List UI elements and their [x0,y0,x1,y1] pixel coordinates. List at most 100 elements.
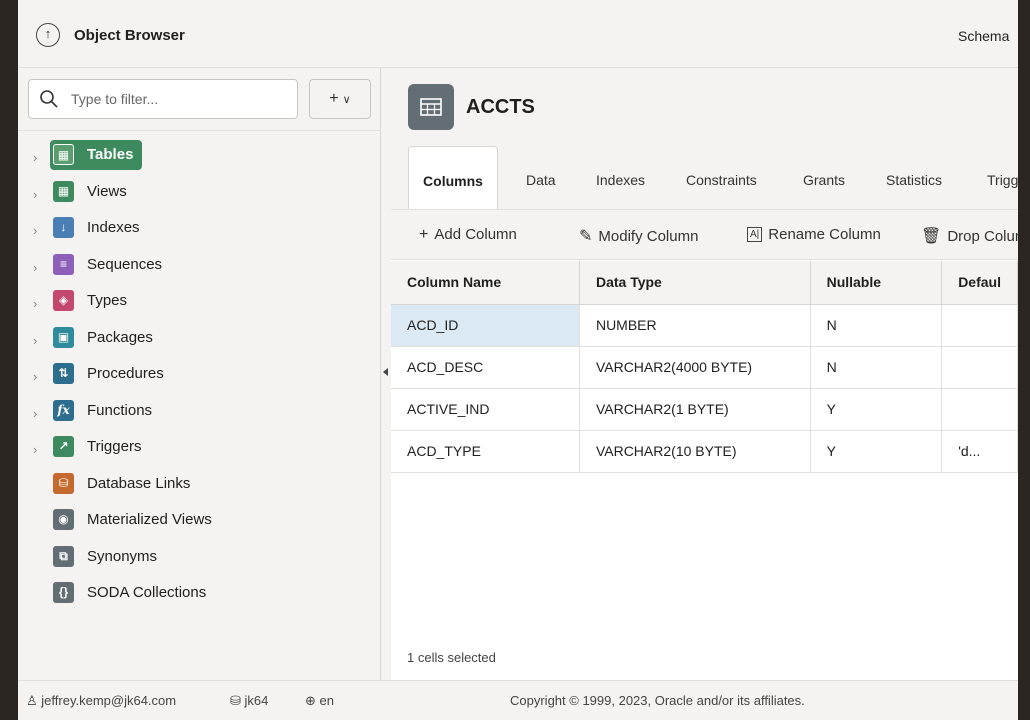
function-icon: fx [53,399,74,421]
rename-column-button[interactable]: A| Rename Column [747,226,881,243]
tree-item-procedures[interactable]: › ⇅ Procedures [18,363,378,400]
trash-icon: 🗑 [921,228,942,245]
tree-item-synonyms[interactable]: ⧉ Synonyms [18,545,378,583]
table-icon [408,84,454,130]
package-icon: ▣ [53,326,74,348]
grid-cell[interactable]: NUMBER [579,304,811,347]
view-icon: ▦ [53,180,74,202]
grid-cell[interactable]: VARCHAR2(1 BYTE) [579,388,811,431]
grid-cell[interactable]: ACD_TYPE [391,430,580,473]
header-column-name[interactable]: Column Name [391,261,580,305]
tab-statistics[interactable]: Statistics [886,146,942,210]
tree-item-tables[interactable]: › ▦ Tables [18,140,378,181]
object-tree: › ▦ Tables › ▦ Views › ↓ Indexes › ≡ Seq… [18,140,378,619]
sequence-icon: ≡ [53,253,74,275]
tree-item-functions[interactable]: › fx Functions [18,399,378,437]
up-arrow-icon[interactable]: ↑ [36,23,60,47]
cube-icon: ◈ [53,290,74,311]
chevron-right-icon[interactable]: › [33,333,37,348]
tree-item-materialized-views[interactable]: ◉ Materialized Views [18,509,378,546]
table-row[interactable]: ACTIVE_IND VARCHAR2(1 BYTE) Y [391,388,1018,431]
chevron-right-icon[interactable]: › [33,150,37,165]
drop-column-label: Drop Column [947,228,1018,245]
grid-cell[interactable]: ACTIVE_IND [391,388,580,431]
table-row[interactable]: ACD_TYPE VARCHAR2(10 BYTE) Y 'd... [391,430,1018,473]
chevron-right-icon[interactable]: › [33,369,37,384]
grid-cell[interactable] [941,346,1018,389]
tab-bar: Columns Data Indexes Constraints Grants … [408,146,1018,210]
tree-item-sequences[interactable]: › ≡ Sequences [18,253,378,291]
filter-input[interactable] [69,90,289,108]
tree-item-label: Database Links [87,474,191,492]
schema-selector[interactable]: Schema [958,28,1018,44]
columns-tab-content: + Add Column ✎ Modify Column A| Rename Colu… [391,210,1018,680]
workspace-link[interactable]: ⛁ jk64 [230,693,268,709]
chevron-right-icon[interactable]: › [33,260,37,275]
tab-constraints[interactable]: Constraints [686,146,757,210]
chevron-right-icon[interactable]: › [33,406,37,421]
filter-box[interactable] [28,79,298,119]
tree-item-database-links[interactable]: ⛁ Database Links [18,472,378,510]
modify-column-button[interactable]: ✎ Modify Column [579,226,698,246]
object-detail-panel: ACCTS Columns Data Indexes Constraints G… [391,68,1018,680]
grid-cell[interactable] [941,304,1018,347]
drop-column-button[interactable]: 🗑 Drop Column [921,226,1018,246]
grid-cell[interactable]: Y [810,430,943,473]
grid-cell[interactable]: ACD_ID [391,304,580,347]
app-window: ↑ Object Browser Schema +∨ › ▦ Tables › [18,0,1018,720]
plus-icon: + [329,90,339,107]
table-row[interactable]: ACD_DESC VARCHAR2(4000 BYTE) N [391,346,1018,389]
tree-item-triggers[interactable]: › ↗ Triggers [18,436,378,473]
add-object-button[interactable]: + ∨ [309,79,371,119]
grid-cell[interactable]: VARCHAR2(10 BYTE) [579,430,811,473]
tree-item-label: Procedures [87,365,164,382]
rename-icon: A| [747,227,763,242]
chevron-right-icon[interactable]: › [33,187,37,202]
chevron-right-icon[interactable]: › [33,223,37,238]
tab-columns[interactable]: Columns [408,146,498,210]
tree-item-label: SODA Collections [87,584,207,601]
tree-item-views[interactable]: › ▦ Views [18,180,378,218]
grid-cell[interactable]: Y [810,388,943,431]
columns-grid: Column Name Data Type Nullable Defaul AC… [391,261,1018,473]
collapse-panel-handle[interactable] [383,368,388,376]
top-bar: ↑ Object Browser Schema [18,0,1018,68]
tab-triggers[interactable]: Trigg [987,146,1018,210]
synonym-icon: ⧉ [53,545,74,567]
grid-cell[interactable]: 'd... [941,430,1018,473]
tab-data[interactable]: Data [526,146,556,210]
tree-item-soda-collections[interactable]: {} SODA Collections [18,582,378,619]
tree-item-packages[interactable]: › ▣ Packages [18,326,378,364]
divider [18,130,381,131]
grid-cell[interactable]: N [810,304,943,347]
app-title: Object Browser [74,27,185,44]
tree-item-indexes[interactable]: › ↓ Indexes [18,217,378,254]
header-default[interactable]: Defaul [941,261,1018,305]
materialized-view-icon: ◉ [53,509,74,530]
grid-cell[interactable]: VARCHAR2(4000 BYTE) [579,346,811,389]
header-data-type[interactable]: Data Type [579,261,811,305]
tree-item-label: Indexes [87,219,140,236]
tree-item-types[interactable]: › ◈ Types [18,290,378,327]
language-link[interactable]: ⊕ en [305,693,334,709]
tree-item-label: Packages [87,328,153,346]
tree-item-label: Materialized Views [87,511,212,528]
tab-grants[interactable]: Grants [803,146,845,210]
add-column-button[interactable]: + Add Column [419,226,517,244]
table-row[interactable]: ACD_ID NUMBER N [391,304,1018,347]
grid-cell[interactable]: N [810,346,943,389]
header-nullable[interactable]: Nullable [810,261,943,305]
language-code: en [319,693,334,708]
column-toolbar: + Add Column ✎ Modify Column A| Rename Colu… [391,210,1018,260]
user-link[interactable]: ♙ jeffrey.kemp@jk64.com [26,693,176,709]
chevron-right-icon[interactable]: › [33,296,37,311]
trigger-icon: ↗ [53,436,74,457]
tree-item-label: Types [87,292,128,309]
grid-cell[interactable]: ACD_DESC [391,346,580,389]
chevron-right-icon[interactable]: › [33,442,37,457]
index-icon: ↓ [53,217,74,238]
user-icon: ♙ [26,693,38,708]
grid-cell[interactable] [941,388,1018,431]
tab-indexes[interactable]: Indexes [596,146,645,210]
footer: ♙ jeffrey.kemp@jk64.com ⛁ jk64 ⊕ en Copy… [18,680,1018,720]
